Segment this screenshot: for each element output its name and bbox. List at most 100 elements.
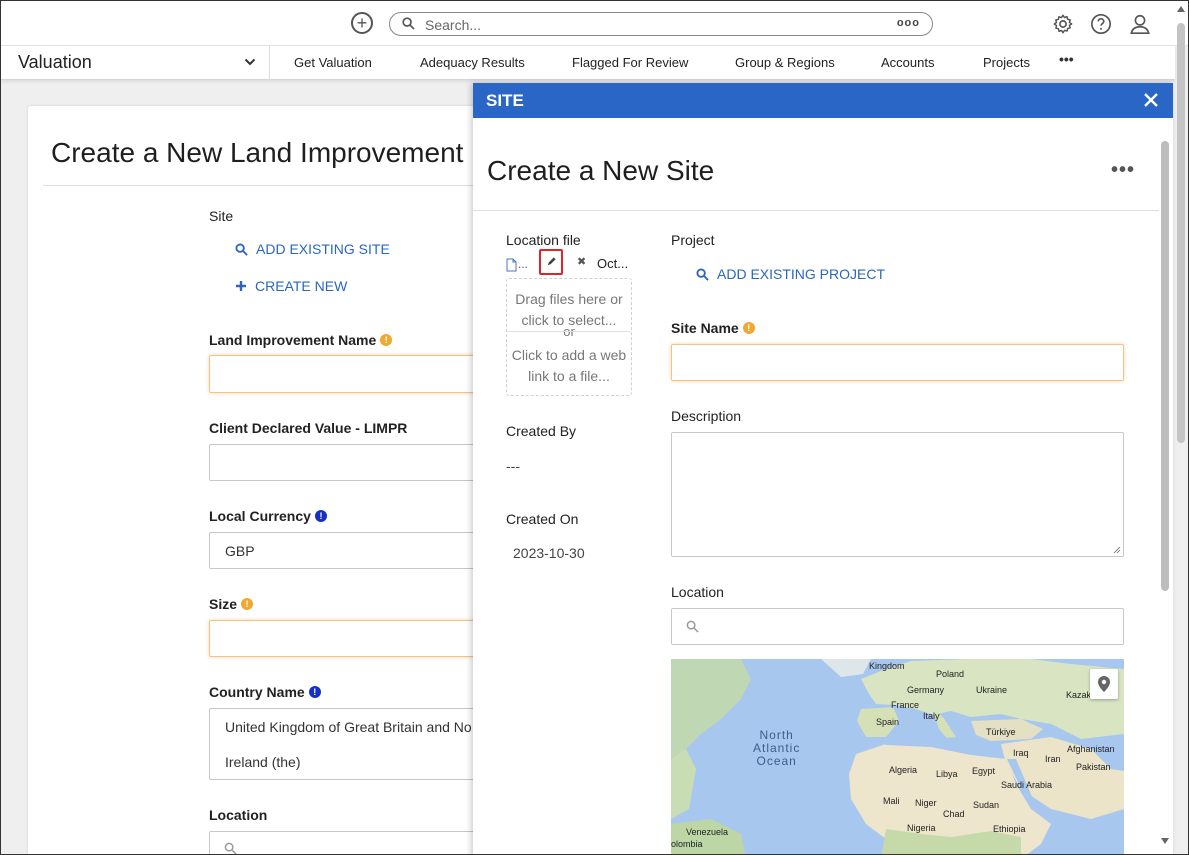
help-icon[interactable] xyxy=(1090,13,1112,35)
file-dropzone[interactable]: Drag files here or click to select... or… xyxy=(506,278,632,396)
map-label-pakistan: Pakistan xyxy=(1076,762,1111,772)
web-link-text-2[interactable]: link to a file... xyxy=(507,366,631,387)
map-label-north-atlantic-ocean: North Atlantic Ocean xyxy=(753,728,801,768)
map-label-sudan: Sudan xyxy=(973,800,1000,810)
global-search[interactable]: Search... ooo xyxy=(389,12,933,36)
size-input[interactable] xyxy=(209,620,479,657)
nav-more-icon[interactable]: ••• xyxy=(1059,51,1074,67)
description-textarea[interactable] xyxy=(671,432,1124,557)
add-existing-project-label: ADD EXISTING PROJECT xyxy=(717,266,886,282)
search-icon xyxy=(696,267,709,281)
divider xyxy=(473,210,1159,211)
nav-item-accounts[interactable]: Accounts xyxy=(881,55,934,70)
nav-item-group-regions[interactable]: Group & Regions xyxy=(735,55,835,70)
nav-item-flagged-for-review[interactable]: Flagged For Review xyxy=(572,55,688,70)
map-label-saudi-arabia: Saudi Arabia xyxy=(1001,780,1053,790)
drawer-scrollbar[interactable] xyxy=(1161,141,1169,591)
local-currency-label: Local Currency! xyxy=(209,508,327,524)
land-improvement-name-input[interactable] xyxy=(209,355,479,393)
info-icon: ! xyxy=(308,686,321,698)
created-by-label: Created By xyxy=(506,423,577,439)
search-icon xyxy=(235,242,248,256)
top-bar: + Search... ooo xyxy=(1,1,1188,46)
map-label-egypt: Egypt xyxy=(972,766,996,776)
create-new-link[interactable]: CREATE NEW xyxy=(235,278,347,294)
web-link-text-1[interactable]: Click to add a web xyxy=(507,345,631,366)
add-icon[interactable]: + xyxy=(351,12,373,34)
map-label-kazak: Kazak xyxy=(1066,690,1092,700)
map-label-spain: Spain xyxy=(876,717,900,727)
remove-file-icon[interactable]: ✖ xyxy=(577,255,586,268)
description-label: Description xyxy=(671,408,742,424)
window-scrollbar[interactable] xyxy=(1177,23,1185,443)
map-label-chad: Chad xyxy=(943,809,965,819)
location-label: Location xyxy=(671,584,724,600)
add-existing-project-link[interactable]: ADD EXISTING PROJECT xyxy=(696,266,885,282)
user-icon[interactable] xyxy=(1129,13,1151,35)
map-label-kingdom: Kingdom xyxy=(869,661,905,671)
location-search-input[interactable] xyxy=(209,831,479,854)
gear-icon[interactable] xyxy=(1052,13,1074,35)
local-currency-field[interactable]: GBP xyxy=(209,532,479,569)
nav-item-projects[interactable]: Projects xyxy=(983,55,1030,70)
client-declared-value-label: Client Declared Value - LIMPR xyxy=(209,420,408,436)
file-icon[interactable] xyxy=(506,258,517,272)
map-label-libya: Libya xyxy=(936,769,958,779)
country-name-label: Country Name! xyxy=(209,684,321,700)
search-icon xyxy=(224,842,237,854)
close-icon[interactable] xyxy=(1141,90,1161,110)
map-label-nigeria: Nigeria xyxy=(907,823,936,833)
country-name-field[interactable]: United Kingdom of Great Britain and No I… xyxy=(209,708,479,780)
add-existing-site-link[interactable]: ADD EXISTING SITE xyxy=(235,241,390,257)
map-label-mali: Mali xyxy=(883,796,900,806)
location-map[interactable]: Kingdom Poland Germany Ukraine France Ka… xyxy=(671,659,1124,854)
nav-item-get-valuation[interactable]: Get Valuation xyxy=(294,55,372,70)
file-item: ... ✖ Oct... xyxy=(506,256,631,276)
nav-bar: Valuation Get Valuation Adequacy Results… xyxy=(1,46,1175,80)
file-name-truncated: ... xyxy=(518,257,529,271)
site-name-input[interactable] xyxy=(671,344,1124,381)
location-search-input[interactable] xyxy=(671,608,1124,645)
drawer-header: SITE xyxy=(473,83,1173,118)
search-icon xyxy=(402,17,415,30)
scroll-up-icon[interactable] xyxy=(1177,6,1185,12)
map-label-venezuela: Venezuela xyxy=(686,827,729,837)
map-label-algeria: Algeria xyxy=(889,765,918,775)
location-label: Location xyxy=(209,807,268,823)
file-name: Oct... xyxy=(597,256,629,271)
client-declared-value-input[interactable] xyxy=(209,444,479,481)
search-options-icon[interactable]: ooo xyxy=(897,17,920,29)
created-on-label: Created On xyxy=(506,511,579,527)
map-label-afghanistan: Afghanistan xyxy=(1067,744,1115,754)
map-label-colombia: olombia xyxy=(671,839,703,849)
warning-icon: ! xyxy=(742,322,755,334)
site-label: Site xyxy=(209,208,234,224)
drawer-title: SITE xyxy=(486,91,524,110)
search-icon xyxy=(686,620,699,633)
map-label-turkiye: Türkiye xyxy=(986,727,1016,737)
create-new-label: CREATE NEW xyxy=(255,278,348,294)
site-drawer: SITE Create a New Site ••• Location file… xyxy=(473,83,1173,854)
warning-icon: ! xyxy=(241,598,254,610)
search-placeholder: Search... xyxy=(425,17,482,33)
map-label-poland: Poland xyxy=(936,669,965,679)
resize-handle-icon[interactable] xyxy=(1113,546,1121,554)
edit-file-button[interactable] xyxy=(539,249,563,275)
plus-icon xyxy=(236,281,246,291)
more-options-icon[interactable]: ••• xyxy=(1111,159,1135,182)
map-pin-button[interactable] xyxy=(1090,669,1118,699)
form-title: Create a New Site xyxy=(487,155,715,186)
created-on-value: 2023-10-30 xyxy=(513,545,585,561)
map-label-niger: Niger xyxy=(915,798,937,808)
land-improvement-name-label: Land Improvement Name! xyxy=(209,332,393,348)
country-name-value-line2: Ireland (the) xyxy=(225,754,301,770)
chevron-down-icon[interactable] xyxy=(244,57,256,67)
app-switcher-label[interactable]: Valuation xyxy=(18,52,92,73)
map-label-iran: Iran xyxy=(1045,754,1061,764)
scroll-down-icon[interactable] xyxy=(1161,838,1169,844)
drop-text-1: Drag files here or xyxy=(515,291,623,307)
site-name-label: Site Name! xyxy=(671,320,755,336)
created-by-value: --- xyxy=(506,458,520,474)
nav-item-adequacy-results[interactable]: Adequacy Results xyxy=(420,55,525,70)
add-existing-site-label: ADD EXISTING SITE xyxy=(256,241,390,257)
